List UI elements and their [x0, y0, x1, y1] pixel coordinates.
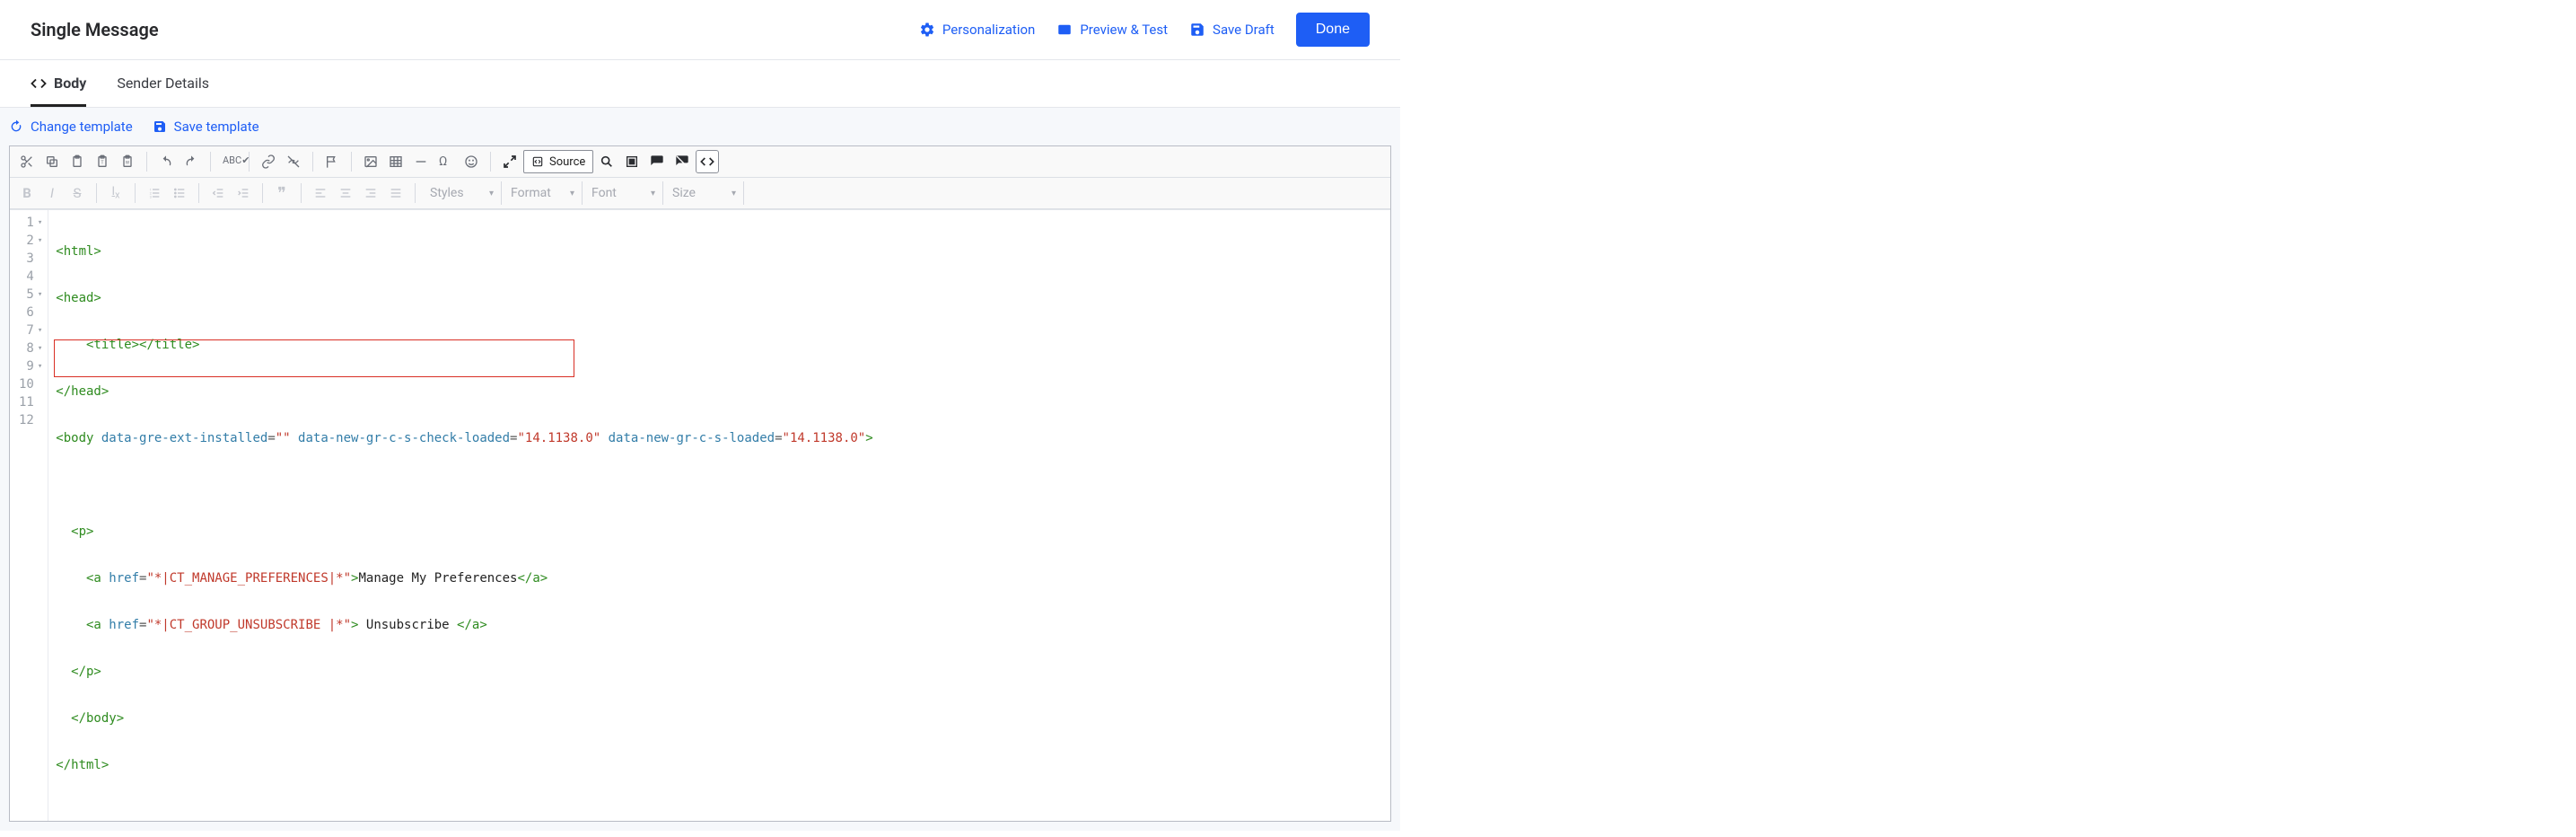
separator [301, 183, 302, 203]
comment-icon[interactable] [645, 150, 669, 173]
separator [415, 183, 416, 203]
indent-icon[interactable] [232, 181, 255, 205]
done-button[interactable]: Done [1296, 13, 1370, 47]
code-icon [31, 75, 47, 92]
toolbar-row-2: B I S Ix 123 ❞ Styles▾ Form [10, 178, 1390, 209]
spellcheck-icon[interactable]: ABC✔ [218, 150, 241, 173]
editor: T W ABC✔ Ω [9, 145, 1391, 822]
bullet-list-icon[interactable] [168, 181, 191, 205]
separator [198, 183, 199, 203]
special-char-icon[interactable]: Ω [434, 150, 458, 173]
editor-wrap: T W ABC✔ Ω [0, 145, 1400, 831]
paste-text-icon[interactable]: T [91, 150, 114, 173]
separator [312, 152, 313, 172]
toolbar-row-1: T W ABC✔ Ω [10, 146, 1390, 178]
unlink-icon[interactable] [282, 150, 305, 173]
separator [135, 183, 136, 203]
copy-icon[interactable] [40, 150, 64, 173]
codeview-icon[interactable] [696, 150, 719, 173]
maximize-icon[interactable] [498, 150, 521, 173]
save-template-link[interactable]: Save template [153, 119, 259, 135]
numbered-list-icon[interactable]: 123 [143, 181, 166, 205]
save-icon [153, 119, 167, 134]
change-template-label: Change template [31, 119, 133, 135]
personalization-label: Personalization [942, 22, 1035, 38]
align-center-icon[interactable] [334, 181, 357, 205]
tabs: Body Sender Details [0, 60, 1400, 108]
bold-icon[interactable]: B [15, 181, 39, 205]
align-justify-icon[interactable] [384, 181, 407, 205]
tab-body[interactable]: Body [31, 60, 86, 107]
select-all-icon[interactable] [620, 150, 644, 173]
styles-dropdown[interactable]: Styles▾ [423, 181, 502, 205]
eye-icon [1056, 22, 1073, 38]
undo-icon[interactable] [154, 150, 178, 173]
comment-off-icon[interactable] [670, 150, 694, 173]
tab-sender-details[interactable]: Sender Details [117, 60, 209, 107]
align-right-icon[interactable] [359, 181, 382, 205]
paste-word-icon[interactable]: W [116, 150, 139, 173]
font-dropdown[interactable]: Font▾ [584, 181, 663, 205]
redo-icon[interactable] [180, 150, 203, 173]
emoji-icon[interactable] [460, 150, 483, 173]
cut-icon[interactable] [15, 150, 39, 173]
tab-body-label: Body [54, 75, 86, 92]
preview-test-link[interactable]: Preview & Test [1056, 22, 1168, 38]
page-title: Single Message [31, 19, 159, 40]
separator [96, 183, 97, 203]
code-editor[interactable]: 1▾ 2▾ 3 4 5▾ 6 7▾ 8▾ 9▾ 10 11 12 <html> … [10, 209, 1390, 821]
top-actions: Personalization Preview & Test Save Draf… [919, 13, 1370, 47]
save-icon [1189, 22, 1205, 38]
format-dropdown[interactable]: Format▾ [504, 181, 583, 205]
table-icon[interactable] [384, 150, 407, 173]
preview-test-label: Preview & Test [1080, 22, 1168, 38]
save-draft-link[interactable]: Save Draft [1189, 22, 1275, 38]
save-template-label: Save template [174, 119, 259, 135]
separator [490, 152, 491, 172]
paste-icon[interactable] [66, 150, 89, 173]
code-content[interactable]: <html> <head> <title></title> </head> <b… [48, 210, 1390, 821]
remove-format-icon[interactable]: Ix [104, 181, 127, 205]
search-icon[interactable] [595, 150, 618, 173]
size-dropdown[interactable]: Size▾ [665, 181, 744, 205]
outdent-icon[interactable] [206, 181, 230, 205]
template-subbar: Change template Save template [0, 108, 1400, 145]
tab-sender-details-label: Sender Details [117, 75, 209, 92]
flag-icon[interactable] [320, 150, 344, 173]
separator [249, 152, 250, 172]
top-bar: Single Message Personalization Preview &… [0, 0, 1400, 60]
line-gutter: 1▾ 2▾ 3 4 5▾ 6 7▾ 8▾ 9▾ 10 11 12 [10, 210, 48, 821]
italic-icon[interactable]: I [40, 181, 64, 205]
horizontal-rule-icon[interactable] [409, 150, 433, 173]
refresh-icon [9, 119, 23, 134]
save-draft-label: Save Draft [1213, 22, 1275, 38]
link-icon[interactable] [257, 150, 280, 173]
svg-text:T: T [101, 161, 104, 166]
change-template-link[interactable]: Change template [9, 119, 133, 135]
separator [262, 183, 263, 203]
strike-icon[interactable]: S [66, 181, 89, 205]
image-icon[interactable] [359, 150, 382, 173]
gear-icon [919, 22, 935, 38]
source-label: Source [549, 155, 585, 169]
source-icon [531, 155, 544, 168]
svg-text:W: W [126, 161, 130, 166]
separator [351, 152, 352, 172]
align-left-icon[interactable] [309, 181, 332, 205]
separator [210, 152, 211, 172]
personalization-link[interactable]: Personalization [919, 22, 1035, 38]
blockquote-icon[interactable]: ❞ [270, 181, 294, 205]
source-button[interactable]: Source [523, 150, 593, 173]
separator [146, 152, 147, 172]
svg-text:3: 3 [150, 194, 152, 198]
